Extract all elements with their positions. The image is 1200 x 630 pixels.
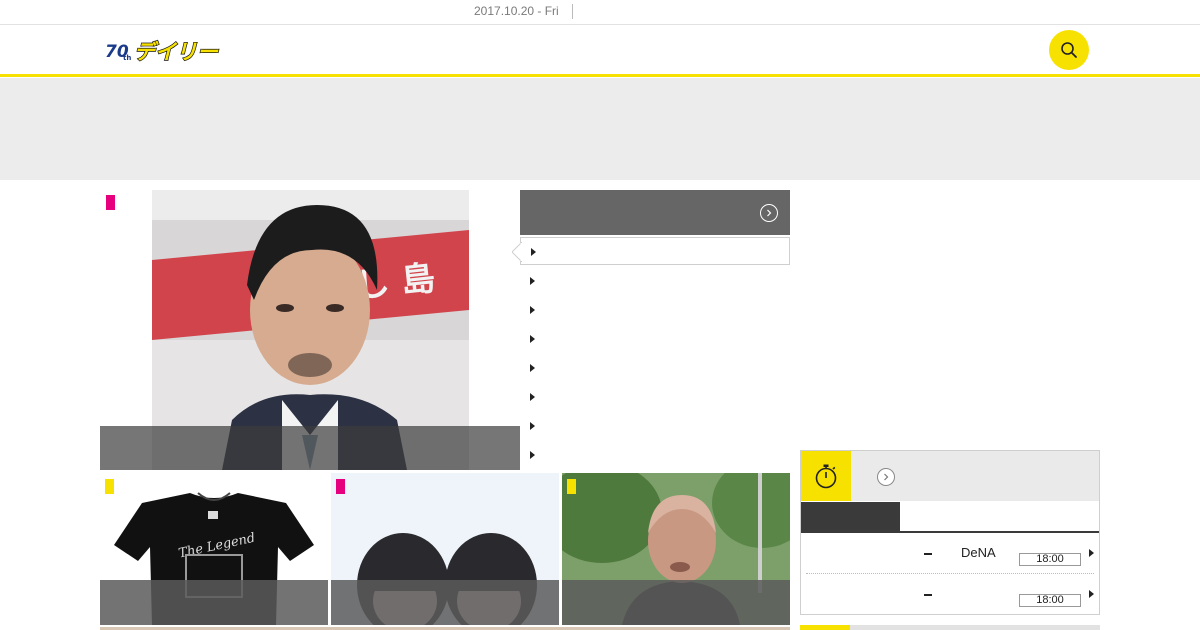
main-story-title [100,426,520,450]
news-list-item[interactable] [520,324,790,352]
active-pointer-icon [512,242,522,262]
game-time: 18:00 [1019,553,1081,566]
game-row[interactable]: 18:00 [806,575,1094,615]
scores-widget-more-button[interactable] [877,468,895,486]
thumb-story[interactable]: The Legend [100,473,328,625]
bullet-triangle-icon [530,277,535,285]
thumb-caption [562,580,790,625]
news-list-item[interactable] [520,382,790,410]
main-story-category-tag [106,195,115,210]
bullet-triangle-icon [530,393,535,401]
news-list-more-button[interactable] [760,204,778,222]
news-list-item[interactable] [520,295,790,323]
bullet-triangle-icon [531,248,536,256]
score-dash [924,594,932,596]
away-team: DeNA [961,545,996,560]
game-time: 18:00 [1019,594,1081,607]
thumb-caption [100,580,328,625]
date-separator [572,4,573,19]
scores-widget-tab[interactable] [801,502,900,532]
site-logo[interactable]: 70 th デイリー [104,36,234,64]
ad-banner-area [0,78,1200,180]
header-underline [0,74,1200,77]
search-icon [1061,42,1077,58]
row-arrow-icon [1089,549,1094,557]
logo-mark: 70 th デイリー [105,39,220,64]
row-divider [806,573,1094,574]
bullet-triangle-icon [530,364,535,372]
next-widget-header-edge [850,625,1100,630]
scores-widget: DeNA 18:00 18:00 [800,450,1100,615]
chevron-right-icon [767,209,772,217]
scores-widget-icon-box [801,451,851,501]
news-list-item[interactable] [520,411,790,439]
bullet-triangle-icon [530,451,535,459]
thumb-category-tag [336,479,345,494]
news-list-item[interactable] [520,440,790,468]
current-date: 2017.10.20 - Fri [474,4,559,18]
game-row[interactable]: DeNA 18:00 [806,534,1094,574]
date-bar: 2017.10.20 - Fri [0,0,1200,25]
main-story[interactable]: たし 島 [100,190,520,470]
thumb-caption [331,580,559,625]
svg-text:デイリー: デイリー [134,40,219,64]
stopwatch-icon [815,464,837,489]
thumb-category-tag [105,479,114,494]
score-dash [924,553,932,555]
thumb-category-tag [567,479,576,494]
svg-text:th: th [123,54,131,62]
row-arrow-icon [1089,590,1094,598]
news-list-item[interactable] [520,353,790,381]
bullet-triangle-icon [530,422,535,430]
scores-widget-tab-underline [801,531,1099,533]
main-story-caption [100,426,520,470]
news-list-item[interactable] [512,237,790,265]
news-list-title [520,190,790,218]
search-button[interactable] [1049,30,1089,70]
thumb-story[interactable] [562,473,790,625]
thumb-story[interactable] [331,473,559,625]
bullet-triangle-icon [530,335,535,343]
news-list-item[interactable] [520,266,790,294]
next-widget-icon-edge [800,625,850,630]
bullet-triangle-icon [530,306,535,314]
chevron-right-icon [884,473,889,481]
news-list-header [520,190,790,235]
